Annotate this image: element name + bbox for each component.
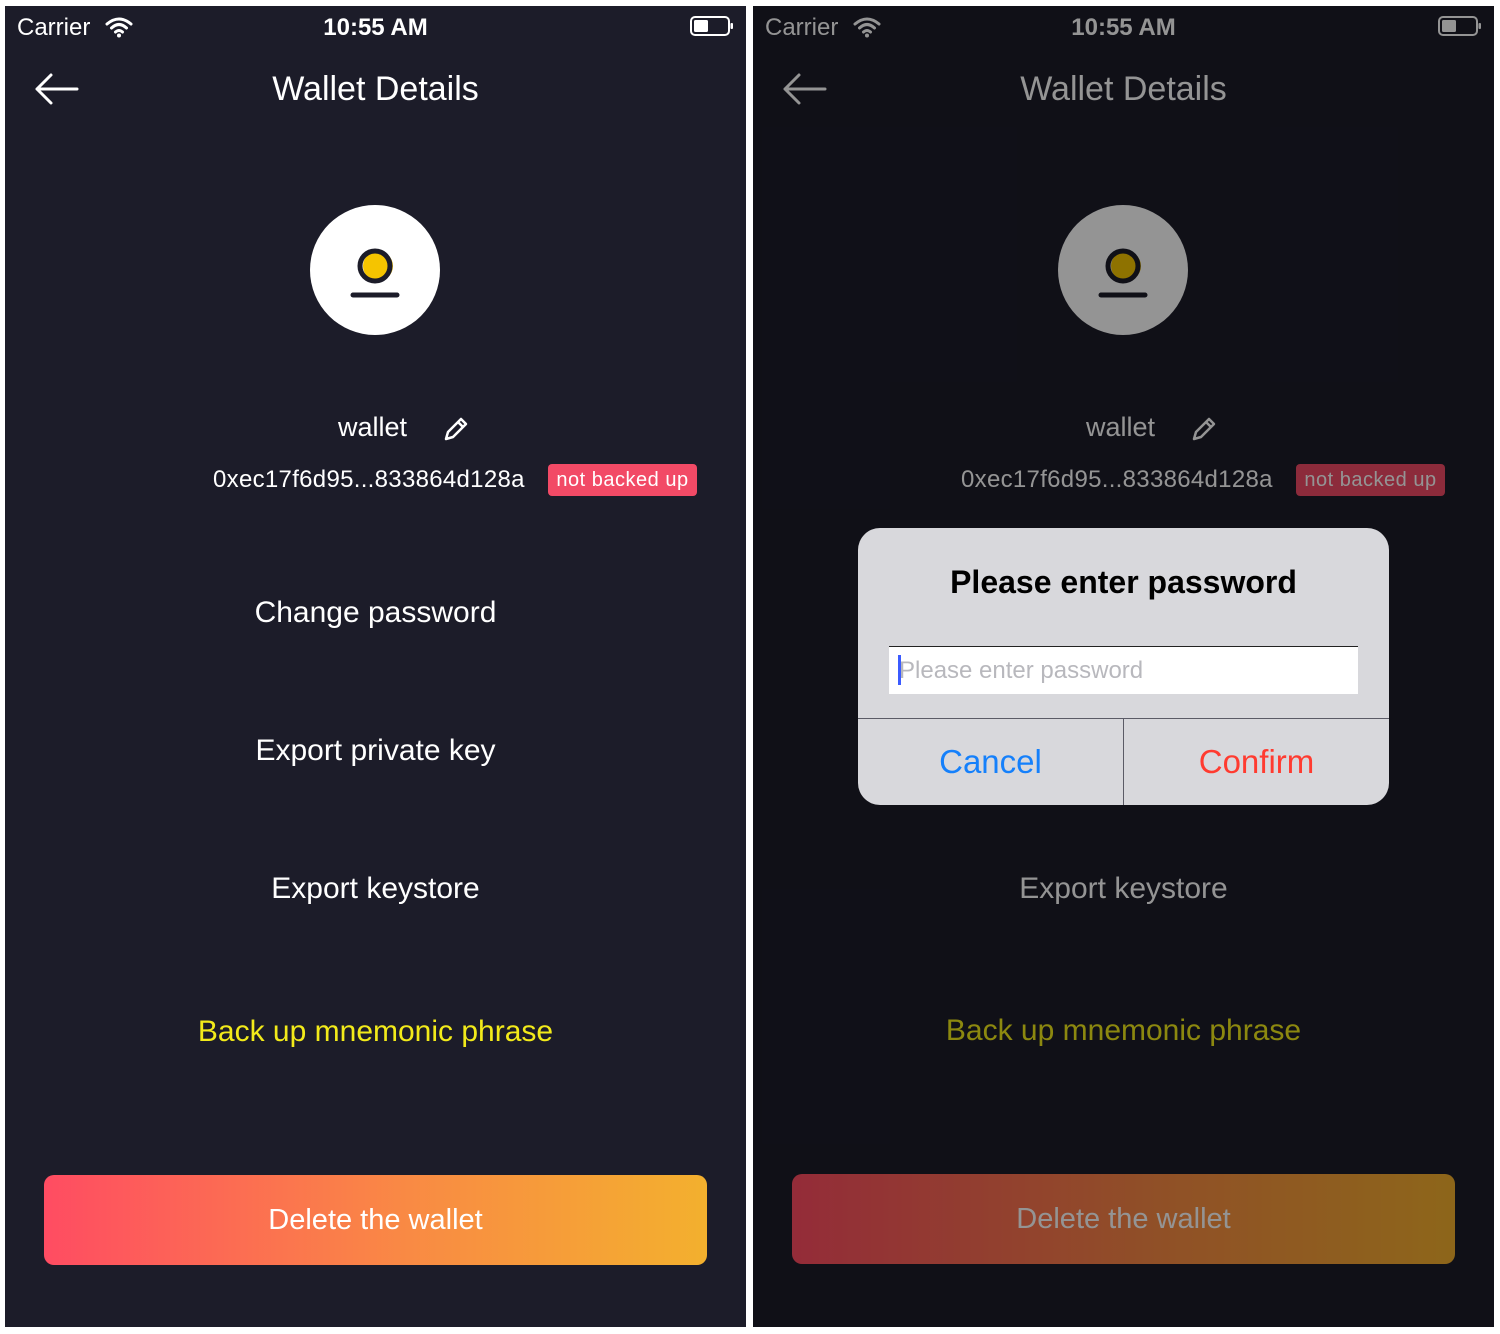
text-caret xyxy=(898,655,901,685)
backup-status-badge: not backed up xyxy=(548,464,697,496)
pencil-icon[interactable] xyxy=(441,414,471,444)
password-dialog: Please enter password Cancel Confirm xyxy=(858,528,1389,805)
navigation-bar: Wallet Details xyxy=(5,56,746,126)
wallet-name: wallet xyxy=(338,412,408,442)
wallet-logo-icon xyxy=(350,248,400,298)
wallet-name-row: wallet xyxy=(5,408,746,448)
clock: 10:55 AM xyxy=(323,14,428,41)
wallet-avatar xyxy=(310,205,440,335)
wallet-address-row: 0xec17f6d95...833864d128a not backed up xyxy=(5,464,746,498)
battery-icon xyxy=(690,16,733,36)
page-title: Wallet Details xyxy=(272,70,479,108)
export-keystore-item[interactable]: Export keystore xyxy=(5,859,746,919)
dialog-title: Please enter password xyxy=(950,564,1297,600)
confirm-button[interactable]: Confirm xyxy=(1124,719,1389,805)
delete-wallet-button[interactable]: Delete the wallet xyxy=(44,1175,707,1265)
password-input[interactable] xyxy=(889,646,1358,694)
backup-mnemonic-item[interactable]: Back up mnemonic phrase xyxy=(5,1002,746,1062)
export-private-key-item[interactable]: Export private key xyxy=(5,721,746,781)
cancel-button[interactable]: Cancel xyxy=(858,719,1123,805)
status-bar: Carrier 10:55 AM xyxy=(5,6,746,50)
wallet-details-screen: Carrier 10:55 AM Wallet Details wallet 0… xyxy=(5,6,746,1327)
wallet-address: 0xec17f6d95...833864d128a xyxy=(213,466,525,493)
wallet-details-password-dialog-screen: Carrier 10:55 AM Wallet Details wallet 0… xyxy=(753,6,1494,1327)
change-password-item[interactable]: Change password xyxy=(5,583,746,643)
